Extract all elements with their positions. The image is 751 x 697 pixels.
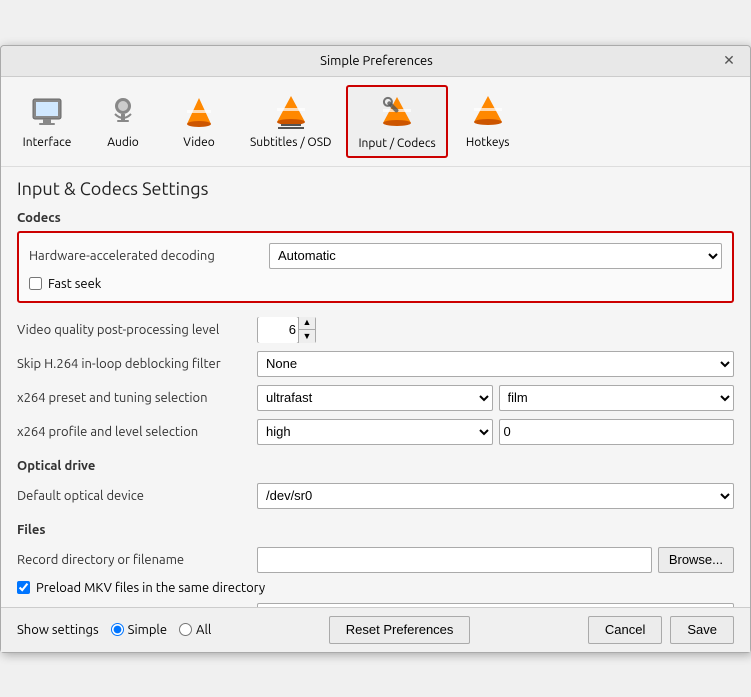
tab-interface-label: Interface [23,136,72,149]
codecs-section-label: Codecs [17,211,734,225]
tab-audio-label: Audio [107,136,139,149]
skip-h264-select[interactable]: None All Non-ref [257,351,734,377]
content-area: Input & Codecs Settings Codecs Hardware-… [1,167,750,607]
optical-device-select[interactable]: /dev/sr0 /dev/sr1 [257,483,734,509]
vq-increment-button[interactable]: ▲ [299,317,315,330]
close-button[interactable]: ✕ [720,52,738,70]
preload-mkv-checkbox[interactable] [17,581,30,594]
settings-content: Input & Codecs Settings Codecs Hardware-… [1,167,750,607]
record-dir-row: Record directory or filename Browse... [17,543,734,577]
page-title: Input & Codecs Settings [17,179,734,199]
tab-subtitles-label: Subtitles / OSD [250,136,331,149]
record-dir-control: Browse... [257,547,734,573]
tab-subtitles[interactable]: Subtitles / OSD [239,85,342,158]
tab-audio[interactable]: Audio [87,85,159,158]
hw-accel-select[interactable]: Automatic None Direct3D11 Direct3D9 [269,243,722,269]
skip-h264-label: Skip H.264 in-loop deblocking filter [17,357,257,371]
x264-profile-row: x264 profile and level selection high ba… [17,415,734,449]
main-window: Simple Preferences ✕ Interface [0,45,751,653]
footer: Show settings Simple All Reset Preferenc… [1,607,750,652]
x264-level-input[interactable] [499,419,735,445]
x264-tune-select[interactable]: film animation grain [499,385,735,411]
record-dir-label: Record directory or filename [17,553,257,567]
skip-h264-row: Skip H.264 in-loop deblocking filter Non… [17,347,734,381]
vq-spinbox-buttons: ▲ ▼ [298,317,315,343]
save-button[interactable]: Save [670,616,734,644]
hotkeys-icon [468,92,508,132]
audio-icon [103,92,143,132]
x264-preset-select[interactable]: ultrafast superfast veryfast faster fast [257,385,493,411]
tab-hotkeys-label: Hotkeys [466,136,510,149]
x264-preset-row: x264 preset and tuning selection ultrafa… [17,381,734,415]
tabs-toolbar: Interface Audio [1,77,750,167]
all-radio-text: All [196,623,211,637]
preload-mkv-row: Preload MKV files in the same directory [17,577,734,599]
vq-spinbox: 6 ▲ ▼ [257,317,316,343]
x264-profile-control: high baseline main high10 [257,419,734,445]
show-settings-radio-group: Simple All [111,623,212,637]
reset-preferences-button[interactable]: Reset Preferences [329,616,471,644]
codecs-group: Hardware-accelerated decoding Automatic … [17,231,734,303]
hw-accel-control: Automatic None Direct3D11 Direct3D9 [269,243,722,269]
simple-radio[interactable] [111,623,124,636]
all-radio-label[interactable]: All [179,623,211,637]
video-icon [179,92,219,132]
tab-video[interactable]: Video [163,85,235,158]
files-section-label: Files [17,523,734,537]
optical-device-label: Default optical device [17,489,257,503]
optical-device-row: Default optical device /dev/sr0 /dev/sr1 [17,479,734,513]
titlebar: Simple Preferences ✕ [1,46,750,77]
skip-h264-control: None All Non-ref [257,351,734,377]
all-radio[interactable] [179,623,192,636]
cancel-button[interactable]: Cancel [588,616,662,644]
optical-device-control: /dev/sr0 /dev/sr1 [257,483,734,509]
hw-accel-row: Hardware-accelerated decoding Automatic … [29,239,722,273]
hw-accel-label: Hardware-accelerated decoding [29,249,269,263]
window-title: Simple Preferences [33,54,720,68]
record-dir-input[interactable] [257,547,652,573]
x264-preset-control: ultrafast superfast veryfast faster fast… [257,385,734,411]
vq-input[interactable]: 6 [258,317,298,343]
subtitles-icon [271,92,311,132]
damaged-avi-row: Damaged or incomplete AVI file Ask for a… [17,599,734,607]
tab-video-label: Video [183,136,215,149]
show-settings-label: Show settings [17,623,99,637]
tab-interface[interactable]: Interface [11,85,83,158]
tab-hotkeys[interactable]: Hotkeys [452,85,524,158]
tab-input[interactable]: Input / Codecs [346,85,447,158]
optical-section-label: Optical drive [17,459,734,473]
preload-mkv-label[interactable]: Preload MKV files in the same directory [36,581,265,595]
vq-row: Video quality post-processing level 6 ▲ … [17,313,734,347]
vq-label: Video quality post-processing level [17,323,257,337]
simple-radio-text: Simple [128,623,167,637]
vq-decrement-button[interactable]: ▼ [299,330,315,343]
x264-profile-label: x264 profile and level selection [17,425,257,439]
fast-seek-row: Fast seek [29,273,722,295]
browse-button[interactable]: Browse... [658,547,734,573]
x264-profile-select[interactable]: high baseline main high10 [257,419,493,445]
x264-preset-label: x264 preset and tuning selection [17,391,257,405]
tab-input-label: Input / Codecs [358,137,435,150]
interface-icon [27,92,67,132]
fast-seek-label[interactable]: Fast seek [48,277,101,291]
simple-radio-label[interactable]: Simple [111,623,167,637]
vq-control: 6 ▲ ▼ [257,317,734,343]
input-icon [377,93,417,133]
fast-seek-checkbox[interactable] [29,277,42,290]
